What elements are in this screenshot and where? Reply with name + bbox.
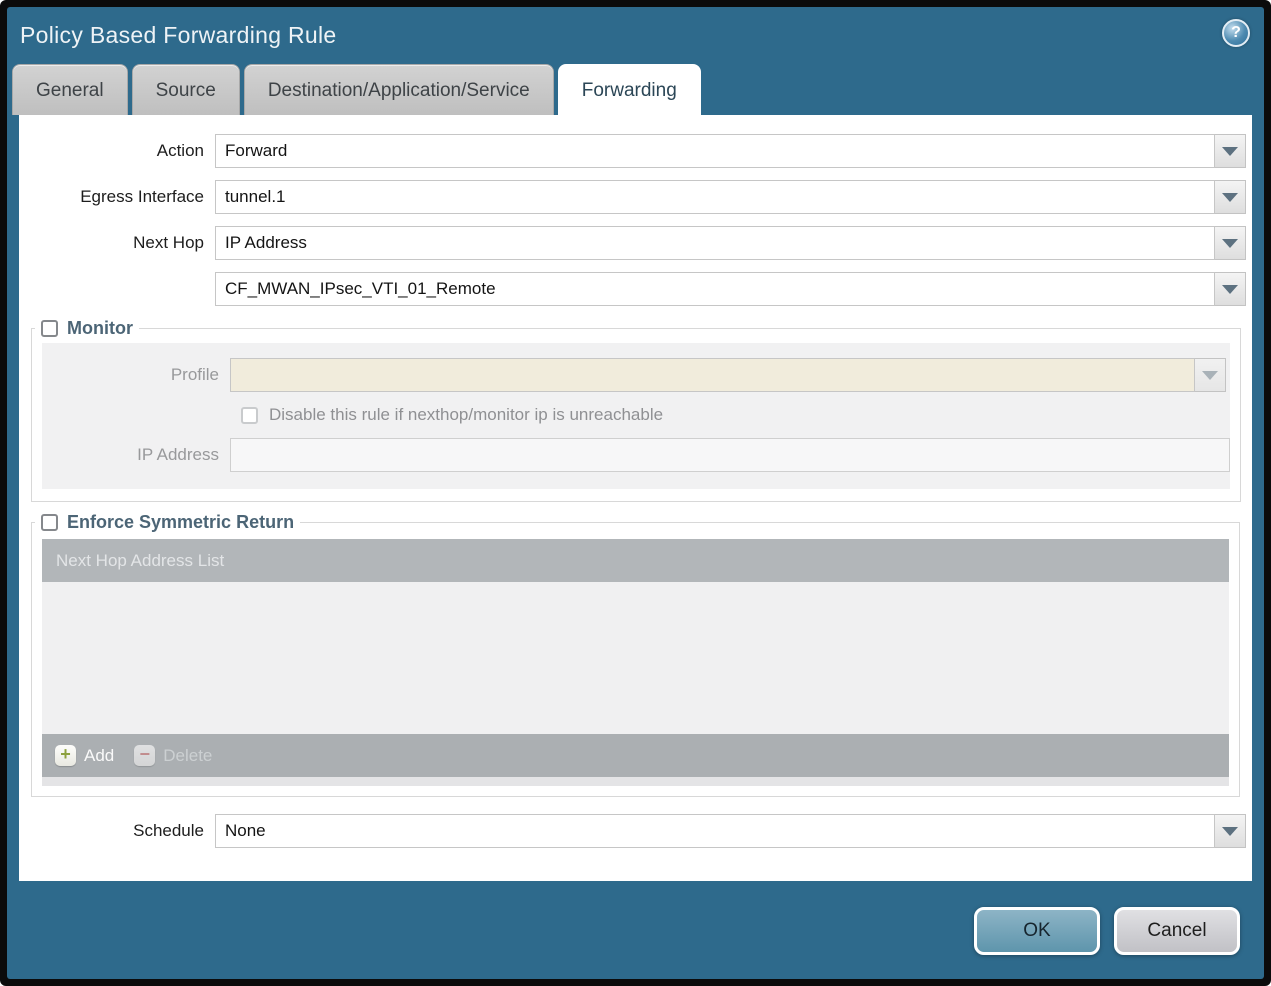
monitor-checkbox[interactable] [41, 320, 58, 337]
action-input[interactable] [215, 134, 1215, 168]
monitor-profile-row: Profile [42, 358, 1230, 392]
tab-destination-application-service[interactable]: Destination/Application/Service [243, 64, 554, 115]
dialog-footer: OK Cancel [7, 883, 1264, 979]
action-label: Action [156, 141, 204, 160]
monitor-ip-address-input [230, 438, 1230, 472]
add-button[interactable]: + Add [55, 745, 114, 766]
action-dropdown-button[interactable] [1215, 134, 1246, 168]
table-header-next-hop-address-list: Next Hop Address List [42, 539, 1229, 582]
chevron-down-icon [1222, 238, 1238, 248]
tab-source[interactable]: Source [131, 64, 240, 115]
dialog-titlebar: Policy Based Forwarding Rule [7, 7, 1264, 63]
next-hop-address-input[interactable] [215, 272, 1215, 306]
disable-rule-checkbox [241, 406, 258, 424]
monitor-profile-label: Profile [170, 365, 219, 384]
add-button-label: Add [84, 745, 115, 765]
monitor-ip-address-label: IP Address [137, 445, 219, 464]
policy-based-forwarding-dialog: Policy Based Forwarding Rule ? General S… [0, 0, 1271, 986]
egress-interface-dropdown-button[interactable] [1215, 180, 1246, 214]
next-hop-address-dropdown-button[interactable] [1215, 272, 1246, 306]
monitor-section-label: Monitor [67, 318, 133, 338]
ok-button[interactable]: OK [974, 907, 1100, 955]
tab-bar: General Source Destination/Application/S… [7, 63, 1264, 115]
enforce-symmetric-return-label: Enforce Symmetric Return [67, 512, 295, 532]
monitor-legend: Monitor [35, 318, 139, 339]
monitor-disable-rule-row: Disable this rule if nexthop/monitor ip … [42, 405, 1230, 425]
monitor-ip-address-row: IP Address [42, 438, 1230, 472]
chevron-down-icon [1222, 284, 1238, 294]
chevron-down-icon [1222, 146, 1238, 156]
cancel-button[interactable]: Cancel [1114, 907, 1240, 955]
action-row: Action [19, 134, 1252, 168]
next-hop-dropdown-button[interactable] [1215, 226, 1246, 260]
plus-icon: + [55, 745, 76, 766]
next-hop-address-list-table: Next Hop Address List + Add − Delete [42, 539, 1229, 786]
next-hop-address-row [19, 272, 1252, 306]
table-footer: + Add − Delete [42, 734, 1229, 777]
egress-interface-input[interactable] [215, 180, 1215, 214]
next-hop-type-input[interactable] [215, 226, 1215, 260]
disable-rule-label: Disable this rule if nexthop/monitor ip … [269, 405, 664, 424]
forwarding-tab-panel: Action Egress Interface Next Hop [19, 115, 1252, 881]
tab-forwarding[interactable]: Forwarding [557, 64, 701, 115]
dialog-title: Policy Based Forwarding Rule [20, 21, 337, 48]
chevron-down-icon [1202, 370, 1218, 380]
table-bottom-strip [42, 777, 1229, 786]
monitor-section: Monitor Profile Disable this rule if nex… [31, 318, 1241, 502]
monitor-profile-input [230, 358, 1195, 392]
tab-general[interactable]: General [12, 64, 128, 115]
next-hop-label: Next Hop [133, 233, 204, 252]
help-icon[interactable]: ? [1222, 19, 1250, 47]
schedule-row: Schedule [19, 814, 1252, 848]
schedule-input[interactable] [215, 814, 1215, 848]
egress-interface-row: Egress Interface [19, 180, 1252, 214]
dialog-frame: Policy Based Forwarding Rule ? General S… [7, 7, 1264, 979]
delete-button-label: Delete [163, 745, 213, 765]
egress-interface-label: Egress Interface [80, 187, 204, 206]
chevron-down-icon [1222, 826, 1238, 836]
schedule-label: Schedule [133, 821, 204, 840]
delete-button: − Delete [134, 745, 212, 766]
chevron-down-icon [1222, 192, 1238, 202]
enforce-symmetric-return-checkbox[interactable] [41, 514, 58, 531]
symmetric-return-section: Enforce Symmetric Return Next Hop Addres… [31, 512, 1240, 797]
schedule-dropdown-button[interactable] [1215, 814, 1246, 848]
minus-icon: − [134, 745, 156, 766]
symmetric-return-legend: Enforce Symmetric Return [35, 512, 300, 533]
monitor-panel: Profile Disable this rule if nexthop/mon… [42, 343, 1230, 489]
next-hop-row: Next Hop [19, 226, 1252, 260]
monitor-profile-dropdown-button [1195, 358, 1226, 392]
table-body-empty[interactable] [42, 582, 1229, 734]
